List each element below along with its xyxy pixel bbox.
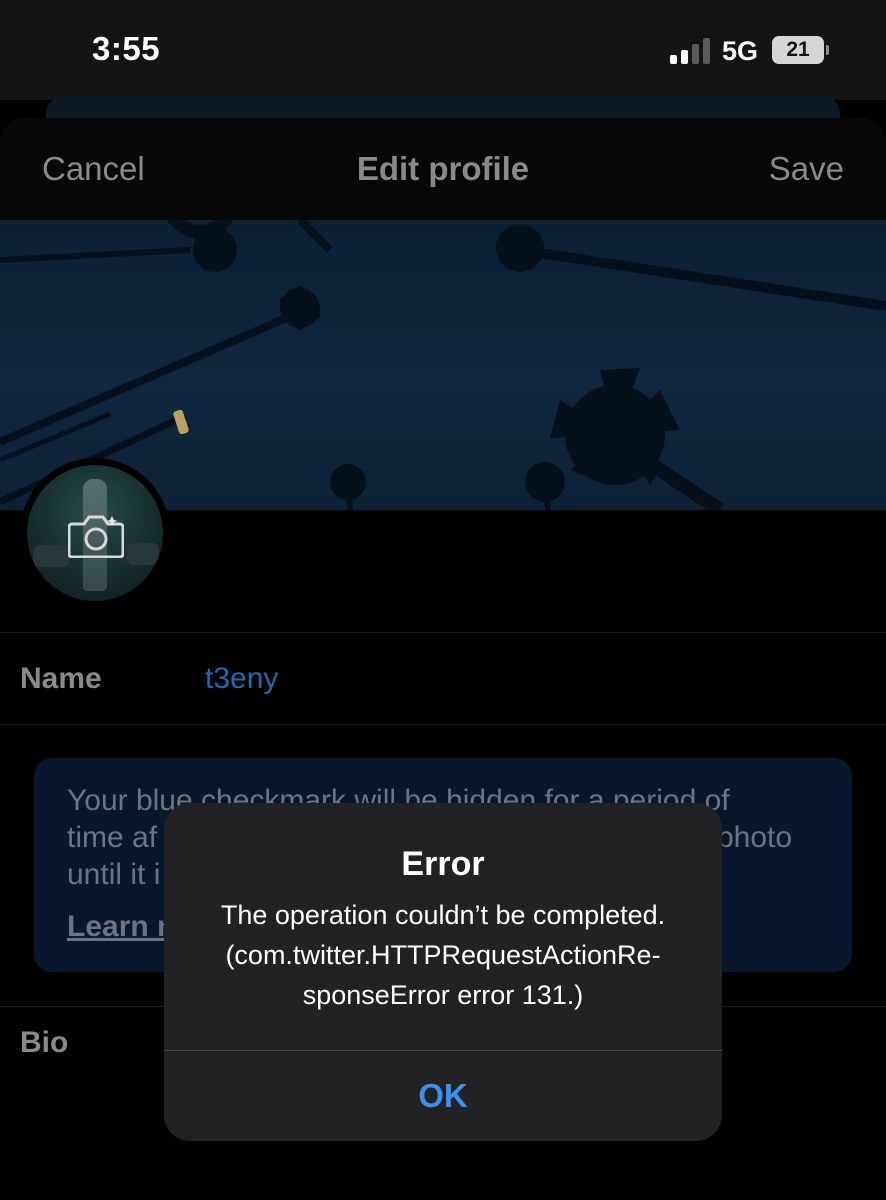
avatar[interactable] xyxy=(20,458,170,608)
avatar-car-left xyxy=(33,545,69,567)
info-line-2-end: photo xyxy=(717,821,793,854)
alert-message-line-2: (com.twitter.HTTPRequestActionRe- xyxy=(225,940,661,970)
bio-label: Bio xyxy=(20,1026,69,1059)
divider xyxy=(0,632,886,633)
name-field[interactable]: t3eny xyxy=(205,662,278,696)
cellular-signal-icon xyxy=(670,38,714,64)
name-label: Name xyxy=(20,662,102,695)
battery-icon: 21 xyxy=(772,36,824,64)
header-image[interactable] xyxy=(0,220,886,510)
save-button[interactable]: Save xyxy=(769,150,844,188)
divider xyxy=(0,724,886,725)
nav-bar: Cancel Edit profile Save xyxy=(0,118,886,220)
camera-icon[interactable] xyxy=(68,514,124,558)
page-title: Edit profile xyxy=(356,150,530,187)
alert-message: The operation couldn’t be completed. (co… xyxy=(184,895,702,1015)
ok-button[interactable]: OK xyxy=(164,1051,722,1141)
status-time: 3:55 xyxy=(92,30,161,67)
avatar-car-right xyxy=(127,543,159,565)
alert-message-line-3: sponseError error 131.) xyxy=(302,980,584,1010)
error-alert-dialog: Error The operation couldn’t be complete… xyxy=(164,803,722,1141)
battery-tip xyxy=(826,45,829,55)
network-label: 5G xyxy=(722,36,759,66)
alert-message-line-1: The operation couldn’t be completed. xyxy=(220,900,666,930)
status-bar: 3:55 5G 21 xyxy=(0,0,886,100)
info-line-2-start: time af xyxy=(67,821,158,854)
palm-trees-illustration xyxy=(0,220,886,510)
alert-title: Error xyxy=(401,845,485,883)
